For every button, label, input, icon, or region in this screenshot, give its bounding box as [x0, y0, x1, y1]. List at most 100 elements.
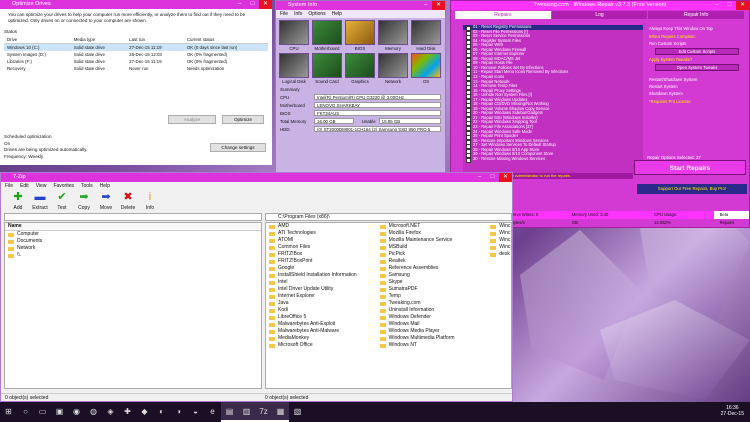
clock[interactable]: 16:36 27-Dec-15 [721, 405, 744, 417]
tab-repair-info[interactable]: Repair Info [648, 11, 745, 19]
search-icon[interactable]: ○ [17, 402, 34, 422]
folder-item[interactable]: Winc [487, 237, 511, 244]
folder-item[interactable]: Windows Mail [377, 321, 488, 328]
app-icon[interactable]: ▥ [238, 402, 255, 422]
toolbar-copy-button[interactable]: ➡ Copy [73, 191, 95, 211]
folder-item[interactable]: Mozilla Maintenance Service [377, 237, 488, 244]
folder-item[interactable]: Realtek [377, 258, 488, 265]
toolbar-move-button[interactable]: ➡ Move [95, 191, 117, 211]
start-icon[interactable]: ⊞ [0, 402, 17, 422]
toolbar-test-button[interactable]: ✔ Test [51, 191, 73, 211]
app-icon[interactable]: ▧ [289, 402, 306, 422]
apply-tweaks-checkbox[interactable]: Apply System Tweaks? [647, 56, 747, 63]
repair-item[interactable]: 30 - Restore Missing Windows Services [463, 156, 643, 163]
drive-row[interactable]: Windows 10 (C:) Solid state drive 27-Dec-1… [4, 43, 268, 51]
category-memory[interactable]: Memory [378, 20, 408, 51]
app-icon[interactable]: ✚ [119, 402, 136, 422]
folder-item[interactable]: FRITZ!BoxPrint [266, 258, 377, 265]
folder-item[interactable]: Mozilla Firefox [377, 230, 488, 237]
toolbar-delete-button[interactable]: ✖ Delete [117, 191, 139, 211]
col-drive[interactable]: Drive [4, 36, 71, 44]
folder-item[interactable]: AMD [266, 223, 377, 230]
app-icon[interactable]: ◈ [102, 402, 119, 422]
app-icon[interactable]: ◉ [68, 402, 85, 422]
folder-item[interactable]: Samsung [377, 272, 488, 279]
menu-help[interactable]: Help [332, 11, 342, 17]
folder-item[interactable]: Windows NT [377, 342, 488, 349]
minimize-button[interactable]: – [233, 0, 246, 9]
right-address-bar[interactable]: C:\Program Files (x86)\ [265, 213, 512, 221]
app-icon[interactable]: ◒ [187, 402, 204, 422]
folder-item[interactable]: Winc [487, 223, 511, 230]
folder-item[interactable]: InstallShield Installation Information [266, 272, 377, 279]
open-tweaks-button[interactable]: Open System Tweaks [655, 64, 739, 71]
menu-options[interactable]: Options [308, 11, 325, 17]
folder-item[interactable]: Malwarebytes Anti-Exploit [266, 321, 377, 328]
folder-item[interactable]: Skype [377, 279, 488, 286]
maximize-button[interactable]: □ [246, 0, 259, 9]
restart-shutdown-checkbox[interactable]: Restart/Shutdown System [647, 76, 747, 83]
folder-item[interactable]: Reference Assemblies [377, 265, 488, 272]
title-bar[interactable]: Optimize Drives – □ ✕ [0, 0, 272, 9]
folder-item[interactable]: Common Files [266, 244, 377, 251]
tab-log[interactable]: Log [551, 11, 648, 19]
category-hard-disk[interactable]: Hard Disk [411, 20, 441, 51]
left-list-item[interactable]: Documents [5, 238, 261, 245]
folder-item[interactable]: LibreOffice 5 [266, 314, 377, 321]
folder-item[interactable]: Tweaking.com [377, 300, 488, 307]
folder-item[interactable]: ATOMI [266, 237, 377, 244]
category-network[interactable]: Network [378, 53, 408, 84]
folder-item[interactable]: Intel [266, 279, 377, 286]
menu-help[interactable]: Help [100, 183, 110, 189]
folder-item[interactable]: Winc [487, 230, 511, 237]
app-icon[interactable]: ▦ [272, 402, 289, 422]
category-logical-disk[interactable]: Logical Disk [279, 53, 309, 84]
minimize-button[interactable]: – [710, 1, 723, 10]
minimize-button[interactable]: – [419, 1, 432, 10]
col-media[interactable]: Media type [70, 36, 127, 44]
menu-favorites[interactable]: Favorites [53, 183, 74, 189]
folder-item[interactable]: MSBuild [377, 244, 488, 251]
maximize-button[interactable]: □ [486, 173, 499, 182]
7zip-taskbar-icon[interactable]: 7z [255, 402, 272, 422]
title-bar[interactable]: Tweaking.com - Windows Repair v3.7.3 (Fr… [451, 1, 749, 10]
optimize-button[interactable]: Optimize [222, 115, 264, 124]
folder-item[interactable]: ATI Technologies [266, 230, 377, 237]
left-address-bar[interactable] [4, 213, 262, 221]
change-settings-button[interactable]: Change settings [210, 143, 266, 152]
title-bar[interactable]: System Info – ✕ [276, 1, 445, 10]
folder-item[interactable]: Internet Explorer [266, 293, 377, 300]
minimize-button[interactable]: – [473, 173, 486, 182]
name-column-header[interactable]: Name [5, 223, 261, 231]
left-list-item[interactable]: \\. [5, 252, 261, 259]
start-repairs-button[interactable]: Start Repairs [634, 160, 746, 175]
menu-edit[interactable]: Edit [20, 183, 29, 189]
left-list-item[interactable]: Computer [5, 231, 261, 238]
app-icon[interactable]: ▤ [221, 402, 238, 422]
close-button[interactable]: ✕ [736, 1, 749, 10]
title-bar[interactable]: 7-Zip – □ ✕ [1, 173, 512, 182]
folder-item[interactable]: Google [266, 265, 377, 272]
folder-item[interactable]: Kodi [266, 307, 377, 314]
folder-item[interactable]: Windows Multimedia Platform [377, 335, 488, 342]
folder-item[interactable]: PicPick [377, 251, 488, 258]
folder-item[interactable]: Temp [377, 293, 488, 300]
drive-row[interactable]: Libraries (F:) Solid state drive 27-Dec-15… [4, 58, 268, 65]
tab-repairs[interactable]: Repairs [455, 11, 551, 19]
left-list-item[interactable]: Network [5, 245, 261, 252]
toolbar-info-button[interactable]: i Info [139, 191, 161, 211]
menu-file[interactable]: File [5, 183, 13, 189]
analyze-button[interactable]: Analyze [168, 115, 216, 124]
toolbar-add-button[interactable]: ✚ Add [7, 191, 29, 211]
close-button[interactable]: ✕ [499, 173, 512, 182]
category-os[interactable]: OS [411, 53, 441, 84]
category-graphics[interactable]: Graphics [345, 53, 375, 84]
app-icon[interactable]: ◐ [153, 402, 170, 422]
drive-row[interactable]: Recovery Solid state drive Never run Needs … [4, 65, 268, 72]
menu-view[interactable]: View [36, 183, 47, 189]
close-button[interactable]: ✕ [259, 0, 272, 9]
support-banner[interactable]: Support Our Free Repairs, Buy Pro! [637, 184, 747, 194]
app-icon[interactable]: ◆ [136, 402, 153, 422]
toolbar-extract-button[interactable]: ▬ Extract [29, 191, 51, 211]
menu-tools[interactable]: Tools [81, 183, 93, 189]
